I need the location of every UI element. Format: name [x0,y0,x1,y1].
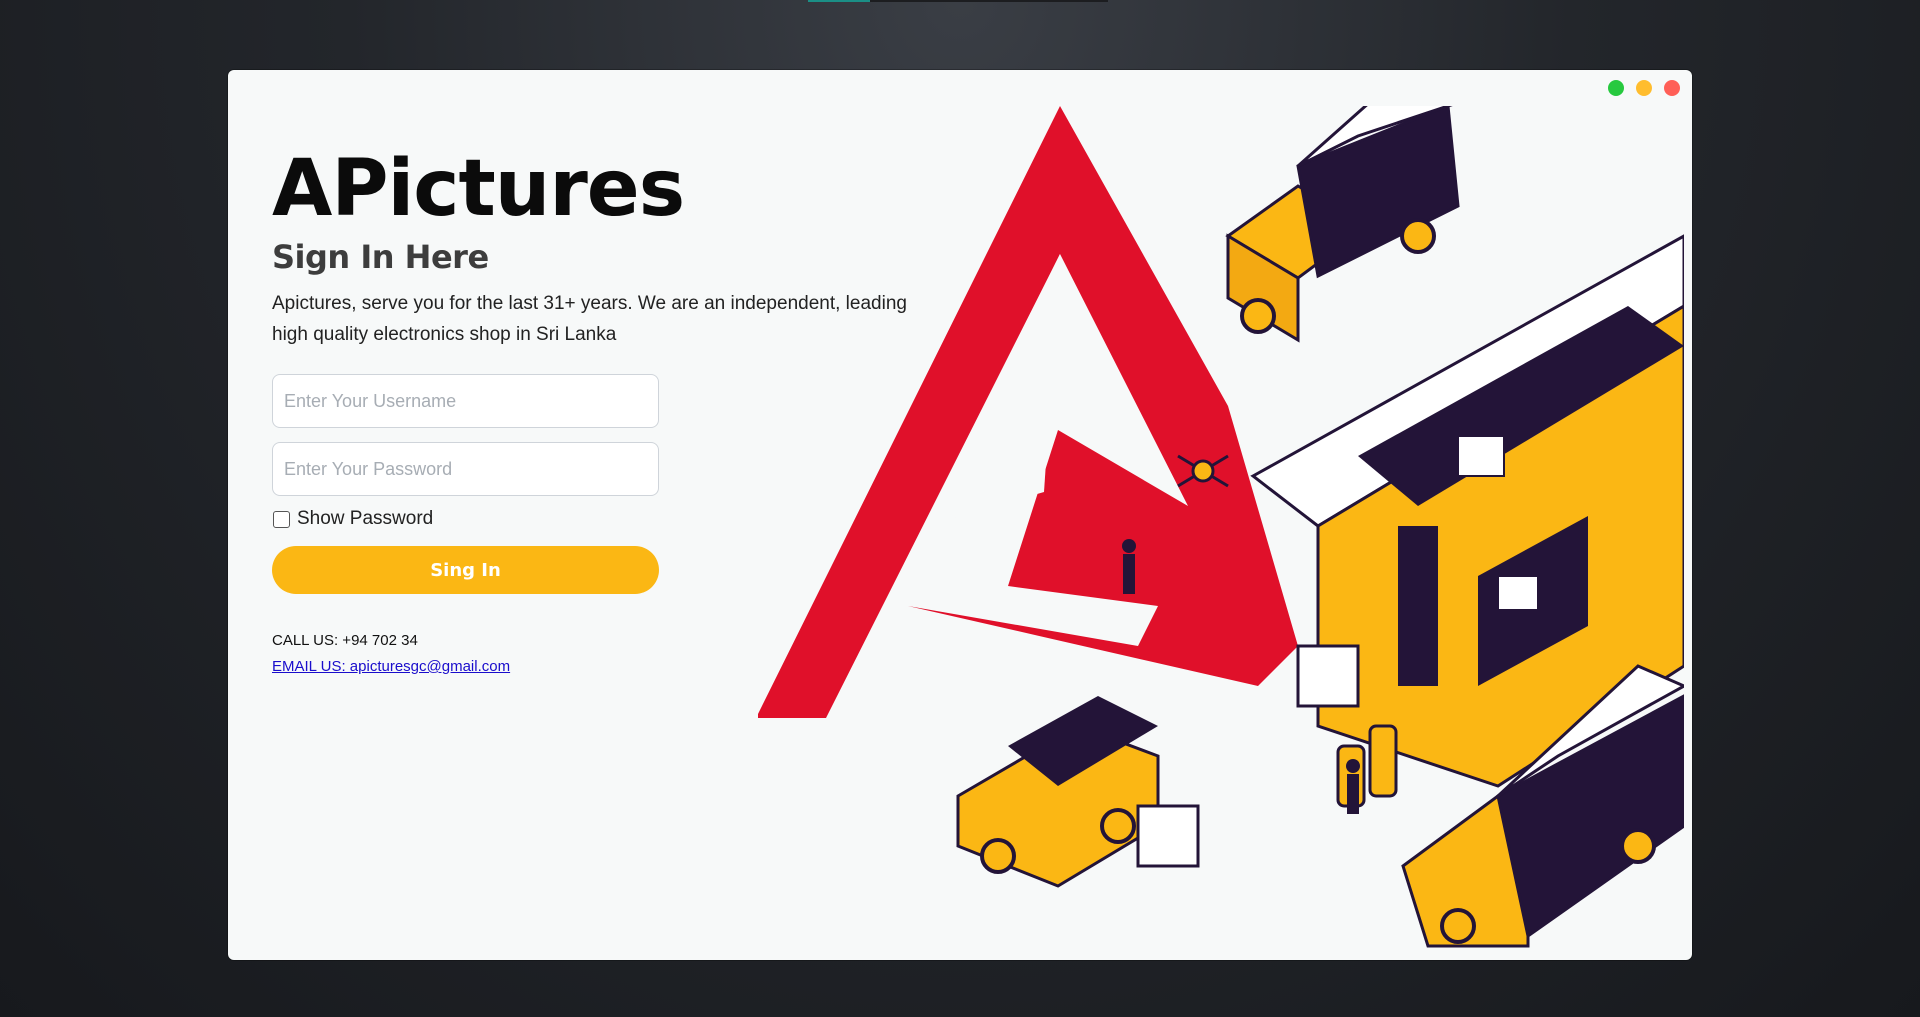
password-input[interactable] [272,442,659,496]
window-close-button[interactable] [1664,80,1680,96]
top-progress-indicator [808,0,1108,2]
top-truck-icon [1225,106,1460,343]
car-icon [956,696,1200,888]
show-password-label[interactable]: Show Password [297,508,433,530]
window-controls [1608,80,1680,96]
login-window: APictures Sign In Here Apictures, serve … [228,70,1692,960]
logistics-illustration [758,106,1684,948]
window-minimize-button[interactable] [1636,80,1652,96]
sign-in-button[interactable]: Sing In [272,546,659,594]
show-password-checkbox[interactable] [273,510,290,528]
top-progress-accent [808,0,870,2]
username-input[interactable] [272,374,659,428]
window-maximize-button[interactable] [1608,80,1624,96]
